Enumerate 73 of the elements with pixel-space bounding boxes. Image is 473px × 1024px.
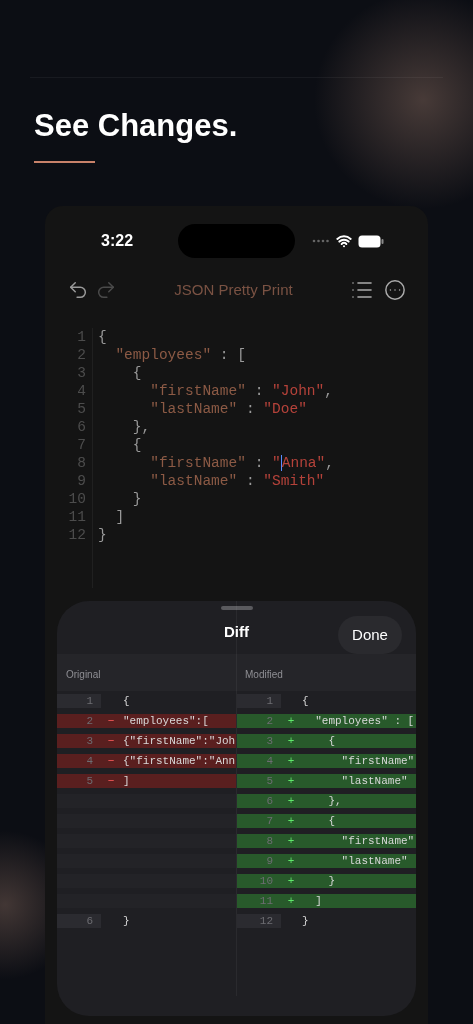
added-marker: + [287,813,295,829]
line-number: 6 [57,914,101,928]
code-text: "employees":[ [122,713,209,729]
code-line: "employees" : [ [114,346,246,364]
code-line: "firstName" : "Anna", [149,454,334,472]
toolbar-title: JSON Pretty Print [173,279,294,300]
line-number: 12 [237,914,281,928]
more-icon[interactable] [384,279,406,301]
column-header: Original [66,668,101,682]
line-number: 7 [77,436,86,454]
signal-icon [312,239,330,243]
added-marker: + [287,853,295,869]
code-text: "firstName" [340,833,415,849]
code-text: "firstName" [340,753,415,769]
code-line: { [131,436,142,454]
line-number: 10 [68,490,86,508]
removed-marker: − [107,753,115,769]
code-line: } [98,526,107,544]
code-line: { [131,364,142,382]
sheet-handle[interactable] [220,606,253,610]
added-marker: + [287,713,295,729]
code-text: { [122,693,130,709]
added-marker: + [287,873,295,889]
code-text: { [327,813,335,829]
code-text: ] [122,773,130,789]
removed-marker: − [107,713,115,729]
added-marker: + [287,753,295,769]
line-number: 1 [77,328,86,346]
code-text: {"firstName":"Joh [122,733,236,749]
battery-icon [358,234,384,248]
wifi-icon [336,233,352,249]
line-number: 4 [77,382,86,400]
code-text: "lastName" [340,853,408,869]
sheet-title: Diff [224,621,249,642]
code-text: } [327,873,335,889]
code-text: { [327,733,335,749]
code-text: }, [327,793,342,809]
added-marker: + [287,793,295,809]
code-line: }, [131,418,151,436]
line-number: 5 [77,400,86,418]
heading: See Changes. [34,108,238,144]
line-number: 2 [77,346,86,364]
code-line: { [98,328,107,346]
code-line: "lastName" : "Doe" [149,400,307,418]
line-number: 9 [77,472,86,490]
line-number: 1 [237,694,281,708]
code-line: "firstName" : "John", [149,382,333,400]
code-text: "employees" : [ [314,713,415,729]
line-number: 11 [68,508,86,526]
code-text: ] [314,893,322,909]
column-header: Modified [245,668,283,682]
code-text: {"firstName":"Ann [122,753,236,769]
code-text: { [301,693,309,709]
code-line: ] [114,508,125,526]
removed-marker: − [107,773,115,789]
line-number: 8 [77,454,86,472]
done-button[interactable]: Done [338,616,402,654]
code-line: "lastName" : "Smith" [149,472,325,490]
line-number: 12 [68,526,86,544]
added-marker: + [287,733,295,749]
line-number: 1 [57,694,101,708]
code-line: } [131,490,142,508]
line-number: 3 [77,364,86,382]
code-text: } [122,913,130,929]
accent-underline [34,161,95,163]
code-text: } [301,913,309,929]
status-time: 3:22 [101,231,134,251]
added-marker: + [287,893,295,909]
added-marker: + [287,773,295,789]
undo-icon[interactable] [67,279,89,301]
code-text: "lastName" [340,773,408,789]
added-marker: + [287,833,295,849]
removed-marker: − [107,733,115,749]
